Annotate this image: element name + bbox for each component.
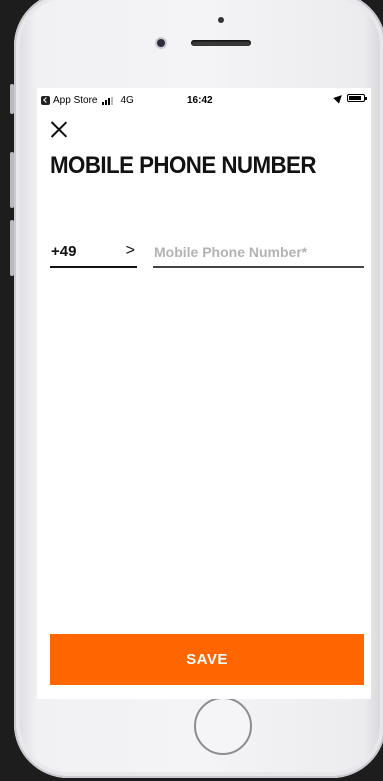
status-bar-left: App Store 4G <box>41 95 134 106</box>
country-code-value: +49 <box>51 243 77 260</box>
status-bar: App Store 4G 16:42 <box>37 88 371 114</box>
app-screen: App Store 4G 16:42 MOBILE PHONE NUMBER +… <box>37 88 371 699</box>
back-to-app-label[interactable]: App Store <box>53 95 97 106</box>
chevron-right-icon: > <box>125 242 135 259</box>
side-button-volume-down <box>10 220 14 276</box>
back-to-app-icon[interactable] <box>41 96 50 105</box>
battery-icon <box>347 94 367 102</box>
close-icon[interactable] <box>50 120 68 138</box>
status-bar-right <box>333 92 367 104</box>
country-code-selector[interactable]: +49 > <box>50 238 137 268</box>
home-button[interactable] <box>194 697 252 755</box>
save-button[interactable]: SAVE <box>50 634 364 685</box>
signal-icon <box>102 96 114 105</box>
location-arrow-icon <box>333 92 345 104</box>
side-button-volume-up <box>10 152 14 208</box>
page-title: MOBILE PHONE NUMBER <box>50 152 316 179</box>
side-button-silent <box>10 84 14 114</box>
network-type: 4G <box>120 95 134 106</box>
earpiece-speaker <box>191 40 251 46</box>
status-time: 16:42 <box>187 95 213 106</box>
proximity-sensor <box>218 17 224 23</box>
mobile-phone-input[interactable] <box>153 238 364 268</box>
front-camera <box>157 39 165 47</box>
